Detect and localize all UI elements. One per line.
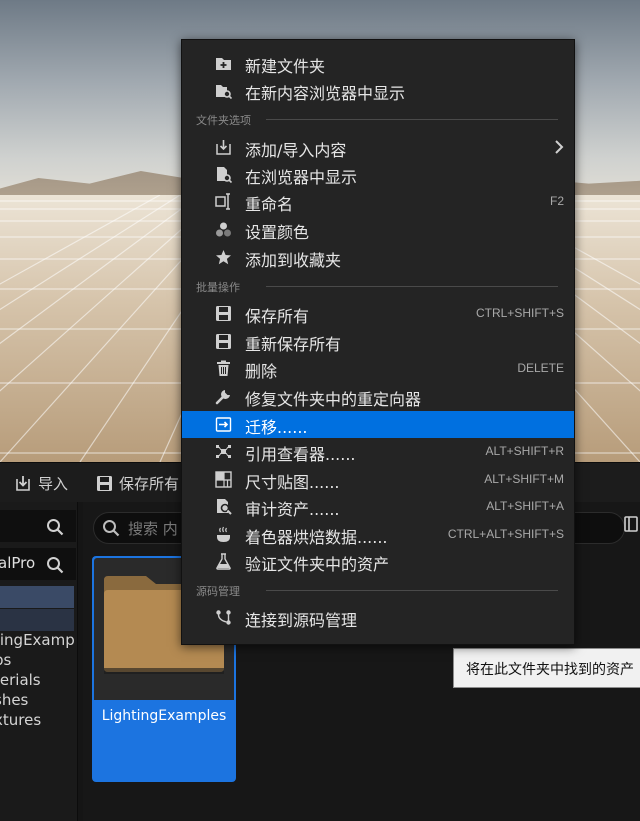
menu-item-label: 新建文件夹 [245,57,326,76]
new-folder-icon [216,58,231,70]
tooltip: 将在此文件夹中找到的资产 [453,648,640,688]
section-divider [266,286,558,287]
menu-item-label: 重新保存所有 [245,335,342,354]
section-title: 文件夹选项 [196,112,259,128]
tree-item[interactable]: xtures [0,711,41,729]
menu-item-shortcut: CTRL+SHIFT+S [475,306,564,320]
tree-item[interactable]: shes [0,691,28,709]
path-search-field[interactable]: alPro [0,548,76,580]
save-all-label: 保存所有 [119,475,180,493]
search-icon[interactable] [46,556,64,574]
menu-item-shortcut: ALT+SHIFT+R [485,444,564,458]
sources-search-bar[interactable] [0,510,76,542]
shader-cook-icon [217,526,230,542]
save-icon [216,306,231,321]
menu-item-label: 着色器烘焙数据...... [245,528,388,547]
menu-item-label: 设置颜色 [245,223,310,242]
color-icon [216,222,231,237]
menu-item-label: 删除 [245,362,278,381]
resave-icon [216,334,231,349]
trash-icon [217,360,230,376]
menu-item-label: 在浏览器中显示 [245,168,358,187]
menu-item-label: 添加/导入内容 [245,141,347,160]
menu-item-shortcut: ALT+SHIFT+M [484,472,564,486]
menu-item-size-map[interactable]: 尺寸贴图...... ALT+SHIFT+M [182,466,574,493]
tree-item[interactable]: ps [0,651,11,669]
rename-icon [215,193,230,210]
menu-item-label: 尺寸贴图...... [245,473,340,492]
section-source-control: 源码管理 [196,583,558,599]
sources-panel: alPro tingExamp ps terials shes xtures [0,502,78,821]
menu-item-shortcut: CTRL+ALT+SHIFT+S [447,527,564,541]
menu-item-shortcut: ALT+SHIFT+A [486,499,564,513]
menu-item-shader-cook-stats[interactable]: 着色器烘焙数据...... CTRL+ALT+SHIFT+S [182,521,574,548]
menu-item-show-in-explorer[interactable]: 在浏览器中显示 [182,161,574,188]
tree-item[interactable]: terials [0,671,41,689]
asset-search-placeholder: 搜索 内 [128,520,178,538]
menu-item-reference-viewer[interactable]: 引用查看器...... ALT+SHIFT+R [182,438,574,465]
menu-item-shortcut: F2 [549,194,564,208]
import-icon [16,475,30,491]
menu-item-save-all[interactable]: 保存所有 CTRL+SHIFT+S [182,300,574,327]
section-divider [266,119,558,120]
folder-search-icon [216,85,232,99]
settings-panel-icon[interactable] [624,516,638,532]
menu-item-add-favorite[interactable]: 添加到收藏夹 [182,244,574,271]
menu-item-audit-assets[interactable]: 审计资产...... ALT+SHIFT+A [182,493,574,520]
menu-item-shortcut: DELETE [517,361,564,375]
menu-item-label: 重命名 [245,195,294,214]
search-icon[interactable] [46,518,64,536]
reference-viewer-icon [216,445,231,458]
section-title: 源码管理 [196,583,248,599]
source-control-icon [216,610,231,625]
migrate-icon [215,417,232,432]
wrench-icon [215,390,230,405]
section-bulk-operations: 批量操作 [196,279,558,295]
save-all-button[interactable]: 保存所有 [96,473,179,494]
import-button[interactable]: 导入 [14,473,68,494]
folder-name: LightingExamples [101,708,227,724]
menu-item-label: 迁移...... [245,418,308,437]
flask-icon [216,553,231,570]
tree-item[interactable]: tingExamp [0,631,75,649]
menu-item-fix-redirectors[interactable]: 修复文件夹中的重定向器 [182,383,574,410]
menu-item-add-import[interactable]: 添加/导入内容 [182,134,574,161]
menu-item-validate-assets[interactable]: 验证文件夹中的资产 [182,548,574,575]
menu-item-label: 保存所有 [245,307,310,326]
import-label: 导入 [38,475,69,493]
menu-item-label: 在新内容浏览器中显示 [245,84,406,103]
menu-item-rename[interactable]: 重命名 F2 [182,188,574,215]
menu-item-set-color[interactable]: 设置颜色 [182,216,574,243]
import-icon [216,140,231,155]
menu-item-new-folder[interactable]: 新建文件夹 [182,50,574,77]
menu-item-label: 修复文件夹中的重定向器 [245,390,422,409]
size-map-icon [215,471,232,488]
tree-row-hover[interactable] [0,609,74,631]
folder-context-menu: 新建文件夹 在新内容浏览器中显示 文件夹选项 添加/导入内容 在浏览器中显示 重… [181,39,575,645]
menu-item-label: 验证文件夹中的资产 [245,555,390,574]
chevron-right-icon [555,140,564,154]
menu-item-delete[interactable]: 删除 DELETE [182,355,574,382]
menu-item-label: 连接到源码管理 [245,611,358,630]
star-icon [216,250,231,265]
menu-item-label: 添加到收藏夹 [245,251,342,270]
path-search-text: alPro [0,554,36,572]
audit-icon [217,499,232,515]
search-icon [103,520,120,537]
section-folder-options: 文件夹选项 [196,112,558,128]
tree-row-selected[interactable] [0,586,74,608]
menu-item-resave-all[interactable]: 重新保存所有 [182,328,574,355]
menu-item-migrate[interactable]: 迁移...... [182,411,574,438]
show-in-explorer-icon [217,167,232,183]
menu-item-connect-source-control[interactable]: 连接到源码管理 [182,604,574,631]
menu-item-show-in-new-browser[interactable]: 在新内容浏览器中显示 [182,77,574,104]
menu-item-label: 审计资产...... [245,500,340,519]
menu-item-label: 引用查看器...... [245,445,356,464]
save-icon [97,476,112,491]
section-title: 批量操作 [196,279,248,295]
section-divider [266,590,558,591]
